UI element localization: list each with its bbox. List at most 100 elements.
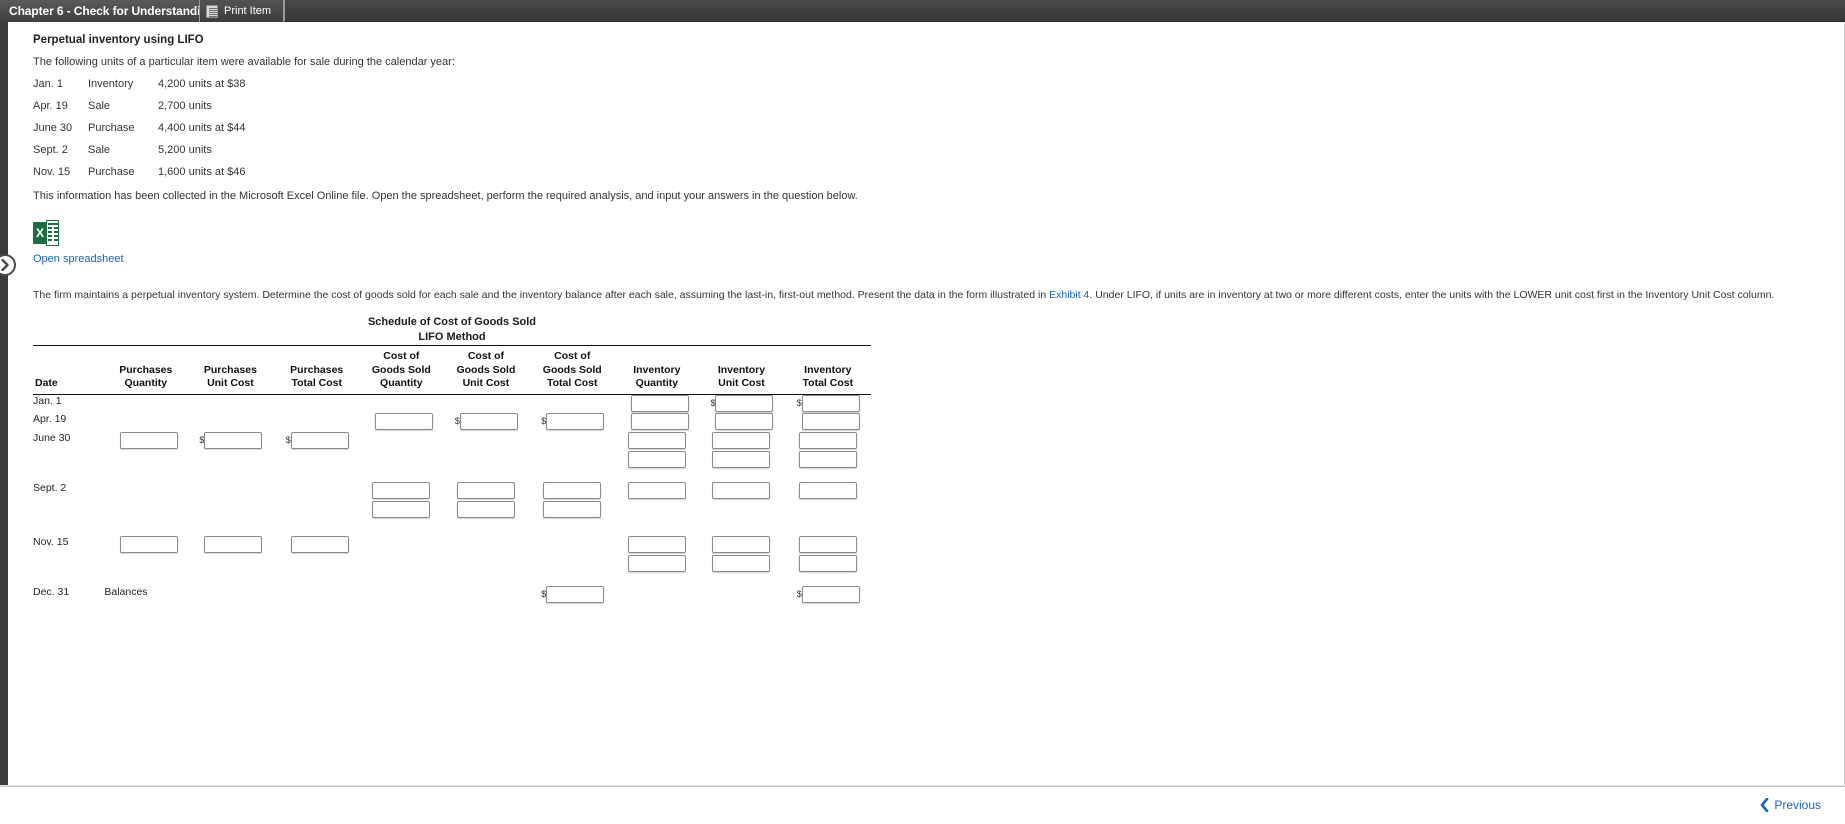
cell-inventory-total-cost: [785, 432, 871, 468]
input-inventory-unit-cost-jun30-a[interactable]: [712, 432, 771, 449]
input-purchases-quantity-jun30[interactable]: [119, 432, 178, 449]
open-spreadsheet-link[interactable]: Open spreadsheet: [33, 253, 124, 265]
fact-type: Sale: [88, 144, 111, 156]
schedule-body: Jan. 1 $ $ Apr. 19 $ $ June 30 $ $ Sept.…: [33, 394, 871, 605]
input-inventory-total-cost-jan1[interactable]: [801, 394, 860, 412]
given-data-table: Jan. 1 Inventory 4,200 units at $38 Apr.…: [33, 78, 245, 188]
input-inventory-unit-cost-apr19[interactable]: [715, 413, 774, 430]
input-inventory-quantity-apr19[interactable]: [630, 413, 689, 430]
cell-empty: [529, 394, 615, 413]
excel-file-icon[interactable]: X: [33, 220, 59, 246]
cell-cogs-total-cost: $: [529, 413, 615, 432]
input-cogs-total-cost-sep2-a[interactable]: [543, 482, 602, 499]
col-header-date-l3: Date: [35, 377, 58, 389]
input-inventory-unit-cost-jan1[interactable]: [715, 394, 774, 412]
hdr-l1: Cost of: [554, 350, 591, 362]
table-row: Jan. 1 $ $: [33, 394, 871, 413]
input-cogs-unit-cost-apr19[interactable]: [459, 413, 518, 430]
cell-empty: [360, 432, 443, 468]
input-purchases-total-cost-jun30[interactable]: [290, 432, 349, 449]
page-title: Perpetual inventory using LIFO: [33, 34, 204, 46]
cell-inventory-total-cost: [785, 536, 871, 572]
cell-inventory-quantity: [615, 482, 698, 518]
exhibit-4-link[interactable]: Exhibit 4: [1049, 289, 1089, 301]
col-header-cogs-unit-cost: Cost of Goods Sold Unit Cost: [442, 345, 530, 395]
input-inventory-quantity-nov15-a[interactable]: [627, 536, 686, 553]
excel-icon-tab: X: [33, 222, 47, 244]
fact-detail: 4,200 units at $38: [158, 78, 246, 90]
input-cogs-quantity-sep2-b[interactable]: [372, 501, 431, 518]
excel-icon-sheet: [46, 220, 59, 246]
input-inventory-total-cost-jun30-b[interactable]: [798, 451, 857, 468]
excel-icon-letter: X: [35, 226, 44, 240]
input-cogs-unit-cost-sep2-b[interactable]: [456, 501, 515, 518]
fact-date: Jan. 1: [33, 78, 63, 90]
input-purchases-total-cost-nov15[interactable]: [290, 536, 349, 553]
hdr-l2: Goods Sold: [542, 363, 602, 376]
row-date-dec-31: Dec. 31: [33, 586, 70, 598]
tab-chapter-check-for-understanding[interactable]: Chapter 6 - Check for Understanding: [0, 0, 200, 22]
print-item-button[interactable]: Print Item: [200, 0, 285, 22]
fact-date: Sept. 2: [33, 144, 68, 156]
table-row: Date Purchases Quantity Purchases Unit C…: [33, 345, 871, 395]
fact-type: Purchase: [88, 122, 135, 134]
input-inventory-unit-cost-jun30-b[interactable]: [712, 451, 771, 468]
input-inventory-total-cost-jun30-a[interactable]: [798, 432, 857, 449]
hdr-l1: Cost of: [383, 350, 420, 362]
table-row: Nov. 15 Purchase 1,600 units at $46: [33, 166, 245, 188]
input-purchases-quantity-nov15[interactable]: [119, 536, 178, 553]
input-inventory-unit-cost-sep2-a[interactable]: [712, 482, 771, 499]
previous-button[interactable]: Previous: [1754, 797, 1827, 813]
input-inventory-quantity-sep2-a[interactable]: [627, 482, 686, 499]
input-cogs-total-cost-sep2-b[interactable]: [543, 501, 602, 518]
cell-empty: [529, 432, 615, 468]
cell-empty: [104, 482, 187, 518]
open-spreadsheet-block: X Open spreadsheet: [33, 220, 1844, 267]
cell-inventory-quantity: [615, 394, 698, 413]
input-inventory-total-cost-nov15-b[interactable]: [798, 555, 857, 572]
input-inventory-total-cost-nov15-a[interactable]: [798, 536, 857, 553]
cell-empty: [360, 586, 443, 605]
titlebar-filler: [284, 0, 1845, 21]
input-inventory-unit-cost-nov15-b[interactable]: [712, 555, 771, 572]
col-header-purchases-quantity: Purchases Quantity: [104, 345, 188, 395]
cell-cogs-total-cost: [529, 482, 615, 518]
hdr-l2: Inventory: [804, 363, 852, 376]
input-inventory-total-cost-apr19[interactable]: [801, 413, 860, 430]
input-cogs-quantity-sep2-a[interactable]: [372, 482, 431, 499]
table-row: Apr. 19 $ $: [33, 413, 871, 432]
cell-inventory-unit-cost: [698, 536, 784, 572]
cell-inventory-total-cost: $: [785, 394, 871, 413]
cell-inventory-total-cost: [785, 413, 871, 432]
instruction-paragraph: The firm maintains a perpetual inventory…: [33, 289, 1844, 301]
question-content: Perpetual inventory using LIFO The follo…: [0, 22, 1844, 605]
cell-inventory-total-cost: $: [785, 586, 871, 605]
input-cogs-unit-cost-sep2-a[interactable]: [456, 482, 515, 499]
input-cogs-total-cost-apr19[interactable]: [546, 413, 605, 430]
col-header-inventory-total-cost: Inventory Total Cost: [784, 345, 871, 395]
input-purchases-unit-cost-jun30[interactable]: [204, 432, 263, 449]
input-inventory-quantity-jan1[interactable]: [630, 394, 689, 412]
input-inventory-total-cost-sep2-a[interactable]: [798, 482, 857, 499]
input-inventory-unit-cost-nov15-a[interactable]: [712, 536, 771, 553]
print-icon: [206, 4, 218, 18]
input-cogs-total-cost-balance[interactable]: [546, 586, 605, 603]
panel-expand-toggle[interactable]: [0, 254, 16, 276]
input-cogs-quantity-apr19[interactable]: [375, 413, 434, 430]
window-titlebar: Chapter 6 - Check for Understanding Prin…: [0, 0, 1845, 22]
cell-inventory-unit-cost: [698, 482, 784, 518]
excel-note: This information has been collected in t…: [33, 190, 858, 202]
spacer-cell: [33, 572, 871, 586]
input-purchases-unit-cost-nov15[interactable]: [204, 536, 263, 553]
application-window: Chapter 6 - Check for Understanding Prin…: [0, 0, 1845, 824]
input-inventory-quantity-jun30-b[interactable]: [627, 451, 686, 468]
input-inventory-quantity-nov15-b[interactable]: [627, 555, 686, 572]
cell-empty: [187, 394, 273, 413]
dollar-sign: $: [796, 589, 802, 599]
fact-type: Sale: [88, 100, 111, 112]
input-inventory-quantity-jun30-a[interactable]: [627, 432, 686, 449]
cell-cogs-unit-cost: $: [443, 413, 529, 432]
cell-empty: [187, 413, 273, 432]
cell-empty: [274, 482, 360, 518]
input-inventory-total-cost-balance[interactable]: [801, 586, 860, 603]
